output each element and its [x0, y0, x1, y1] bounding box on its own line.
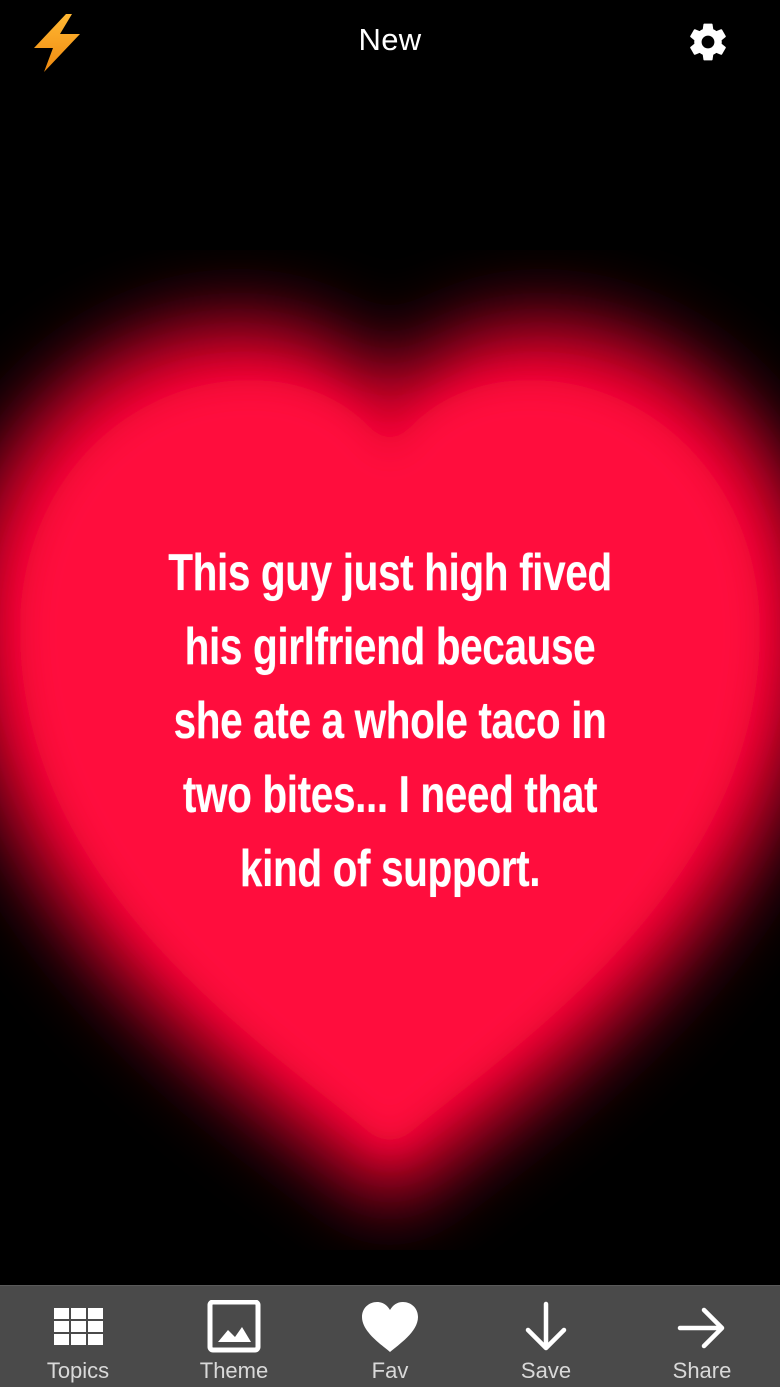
quote-text: This guy just high fived his girlfriend … [168, 544, 612, 898]
image-icon [207, 1300, 261, 1353]
gear-icon [690, 23, 726, 61]
tab-label: Theme [199, 1358, 269, 1383]
tab-label: Topics [46, 1358, 110, 1383]
tab-label: Share [672, 1358, 732, 1383]
tab-label: Fav [371, 1358, 409, 1383]
settings-button[interactable] [686, 20, 730, 64]
page-title: New [358, 22, 422, 57]
bottom-tab-bar: Topics Theme Fav Save Share [0, 1285, 780, 1387]
grid-icon [54, 1308, 103, 1345]
arrow-right-icon [677, 1307, 725, 1349]
tab-label: Save [520, 1358, 572, 1383]
top-bar: New [0, 0, 780, 84]
tab-theme[interactable]: Theme [156, 1286, 312, 1387]
tab-share[interactable]: Share [624, 1286, 780, 1387]
screen: New This guy just high fived his girlfri… [0, 0, 780, 1387]
tab-fav[interactable]: Fav [312, 1286, 468, 1387]
tab-save[interactable]: Save [468, 1286, 624, 1387]
tab-topics[interactable]: Topics [0, 1286, 156, 1387]
arrow-down-icon [525, 1301, 567, 1351]
heart-icon [362, 1302, 418, 1352]
